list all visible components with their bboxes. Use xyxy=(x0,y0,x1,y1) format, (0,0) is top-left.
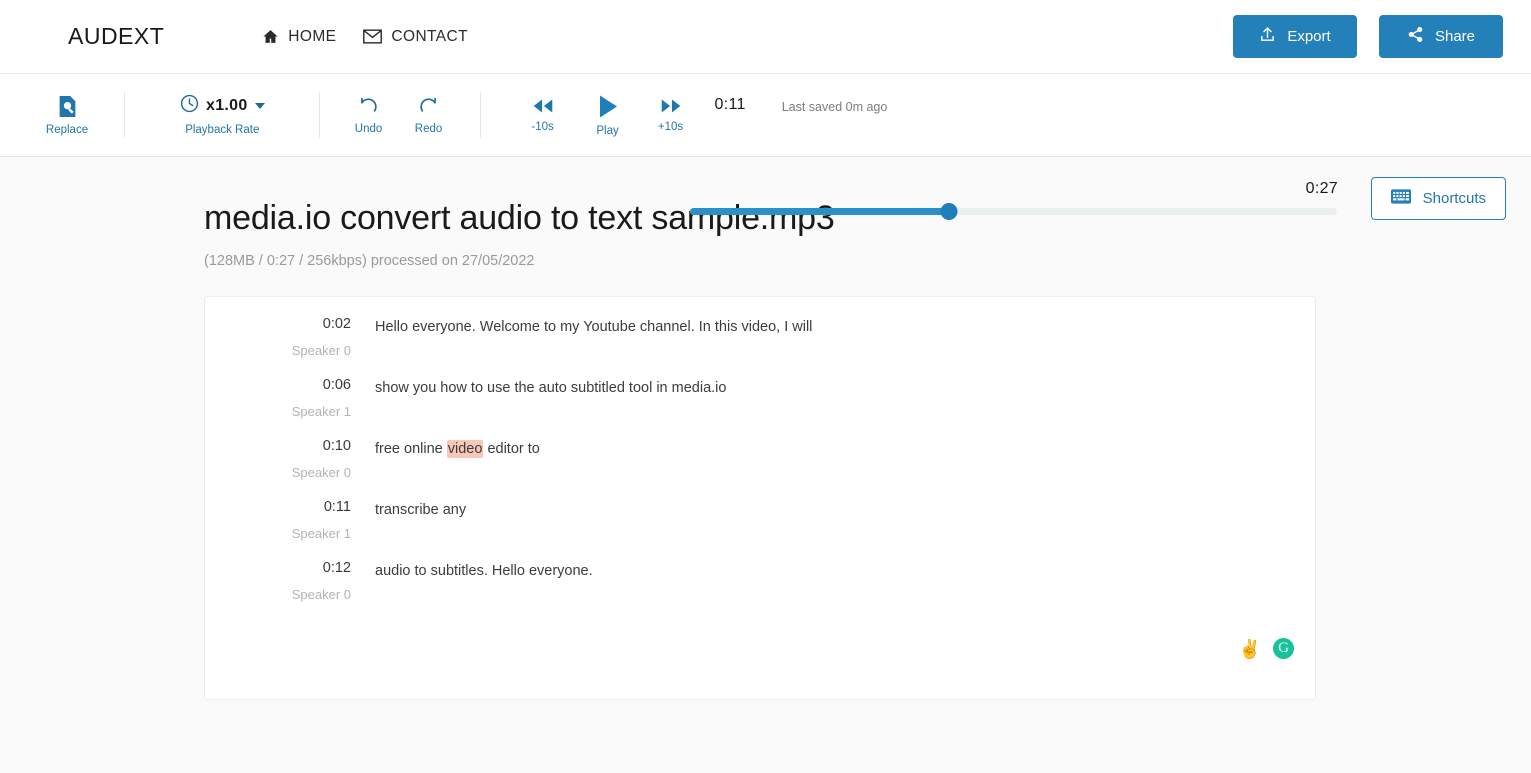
row-speaker-label[interactable]: Speaker 0 xyxy=(205,587,351,602)
playback-progress-slider[interactable] xyxy=(690,203,1337,220)
row-speaker-label[interactable]: Speaker 0 xyxy=(205,465,351,480)
play-icon xyxy=(596,94,620,119)
play-button[interactable]: Play xyxy=(586,94,630,137)
panel-icons: ✌ G xyxy=(1239,638,1294,659)
upload-icon xyxy=(1259,26,1276,47)
mail-icon xyxy=(363,29,383,44)
text-segment: editor to xyxy=(483,440,540,457)
nav-item-contact-label: CONTACT xyxy=(391,27,468,45)
saved-status: Last saved 0m ago xyxy=(781,100,888,114)
forward-10s-button[interactable]: +10s xyxy=(649,97,693,133)
table-row[interactable]: 0:02 Speaker 0 Hello everyone. Welcome to … xyxy=(205,297,1315,358)
row-meta: 0:06 Speaker 1 xyxy=(205,377,375,419)
highlighted-word[interactable]: video xyxy=(446,439,484,458)
editor-toolbar: Replace x1.00 Playback Rate Undo Redo -1… xyxy=(0,74,1531,220)
row-transcript-text[interactable]: transcribe any xyxy=(375,500,466,541)
victory-hand-icon[interactable]: ✌ xyxy=(1239,640,1261,658)
row-transcript-text[interactable]: audio to subtitles. Hello everyone. xyxy=(375,561,593,602)
table-row[interactable]: 0:11 Speaker 1 transcribe any xyxy=(205,480,1315,541)
table-row[interactable]: 0:06 Speaker 1 show you how to use the aut… xyxy=(205,358,1315,419)
toolbar-divider-3 xyxy=(479,92,481,138)
nav-item-home-label: HOME xyxy=(288,27,337,45)
total-time: 0:27 xyxy=(1305,180,1338,197)
main-nav: HOME CONTACT xyxy=(262,28,468,46)
grammarly-icon[interactable]: G xyxy=(1273,638,1294,659)
replace-button[interactable]: Replace xyxy=(43,95,91,136)
share-icon xyxy=(1407,26,1424,47)
rewind-10s-button[interactable]: -10s xyxy=(521,97,565,133)
play-label: Play xyxy=(596,124,619,137)
row-meta: 0:11 Speaker 1 xyxy=(205,499,375,541)
row-timestamp[interactable]: 0:10 xyxy=(205,438,351,455)
toolbar-divider-1 xyxy=(124,92,125,138)
row-timestamp[interactable]: 0:11 xyxy=(205,499,351,516)
nav-item-home[interactable]: HOME xyxy=(262,28,336,46)
row-speaker-label[interactable]: Speaker 1 xyxy=(205,526,351,541)
export-button[interactable]: Export xyxy=(1233,15,1357,58)
playback-rate-value: x1.00 xyxy=(206,97,248,114)
app-logo[interactable]: AUDEXT xyxy=(68,23,164,50)
row-transcript-text[interactable]: show you how to use the auto subtitled t… xyxy=(375,378,726,419)
row-speaker-label[interactable]: Speaker 1 xyxy=(205,404,351,419)
replace-icon xyxy=(57,95,78,118)
document-meta: (128MB / 0:27 / 256kbps) processed on 27… xyxy=(204,253,535,269)
playback-rate-label: Playback Rate xyxy=(185,124,260,136)
undo-label: Undo xyxy=(354,122,383,135)
toolbar-divider-2 xyxy=(318,92,320,138)
clock-icon xyxy=(180,94,199,118)
nav-item-contact[interactable]: CONTACT xyxy=(363,28,468,46)
share-button-label: Share xyxy=(1434,28,1476,45)
row-timestamp[interactable]: 0:02 xyxy=(205,316,351,333)
redo-icon xyxy=(418,96,439,117)
progress-fill xyxy=(690,208,949,215)
row-transcript-text[interactable]: free online video editor to xyxy=(375,439,540,480)
playback-rate-button[interactable]: x1.00 Playback Rate xyxy=(180,94,265,136)
undo-button[interactable]: Undo xyxy=(345,96,393,135)
text-segment: free online xyxy=(375,440,447,457)
shortcuts-button[interactable]: Shortcuts xyxy=(1370,177,1506,220)
transcript-rows: 0:02 Speaker 0 Hello everyone. Welcome to … xyxy=(205,297,1315,602)
table-row[interactable]: 0:12 Speaker 0 audio to subtitles. Hello e… xyxy=(205,541,1315,602)
shortcuts-label: Shortcuts xyxy=(1422,190,1486,207)
redo-label: Redo xyxy=(414,122,443,135)
replace-label: Replace xyxy=(45,123,89,136)
export-button-label: Export xyxy=(1287,28,1331,45)
header-actions: Export Share xyxy=(1233,15,1503,58)
row-meta: 0:02 Speaker 0 xyxy=(205,316,375,358)
table-row[interactable]: 0:10 Speaker 0 free online video editor to xyxy=(205,419,1315,480)
row-meta: 0:10 Speaker 0 xyxy=(205,438,375,480)
transcript-panel: 0:02 Speaker 0 Hello everyone. Welcome to … xyxy=(204,296,1316,700)
forward-10s-label: +10s xyxy=(657,121,684,133)
fast-forward-icon xyxy=(658,97,684,115)
rewind-10s-label: -10s xyxy=(531,121,554,133)
keyboard-icon xyxy=(1390,189,1411,208)
row-timestamp[interactable]: 0:12 xyxy=(205,560,351,577)
share-button[interactable]: Share xyxy=(1379,15,1503,58)
current-time: 0:11 xyxy=(714,96,746,113)
row-speaker-label[interactable]: Speaker 0 xyxy=(205,343,351,358)
main-content: media.io convert audio to text sample.mp… xyxy=(0,157,1531,773)
chevron-down-icon[interactable] xyxy=(254,103,265,109)
row-timestamp[interactable]: 0:06 xyxy=(205,377,351,394)
app-header: AUDEXT HOME CONTACT Export Share xyxy=(0,0,1531,74)
rewind-icon xyxy=(530,97,556,115)
progress-handle[interactable] xyxy=(940,203,958,220)
redo-button[interactable]: Redo xyxy=(405,96,453,135)
undo-icon xyxy=(358,96,379,117)
home-icon xyxy=(262,28,279,45)
row-meta: 0:12 Speaker 0 xyxy=(205,560,375,602)
row-transcript-text[interactable]: Hello everyone. Welcome to my Youtube ch… xyxy=(375,317,812,358)
